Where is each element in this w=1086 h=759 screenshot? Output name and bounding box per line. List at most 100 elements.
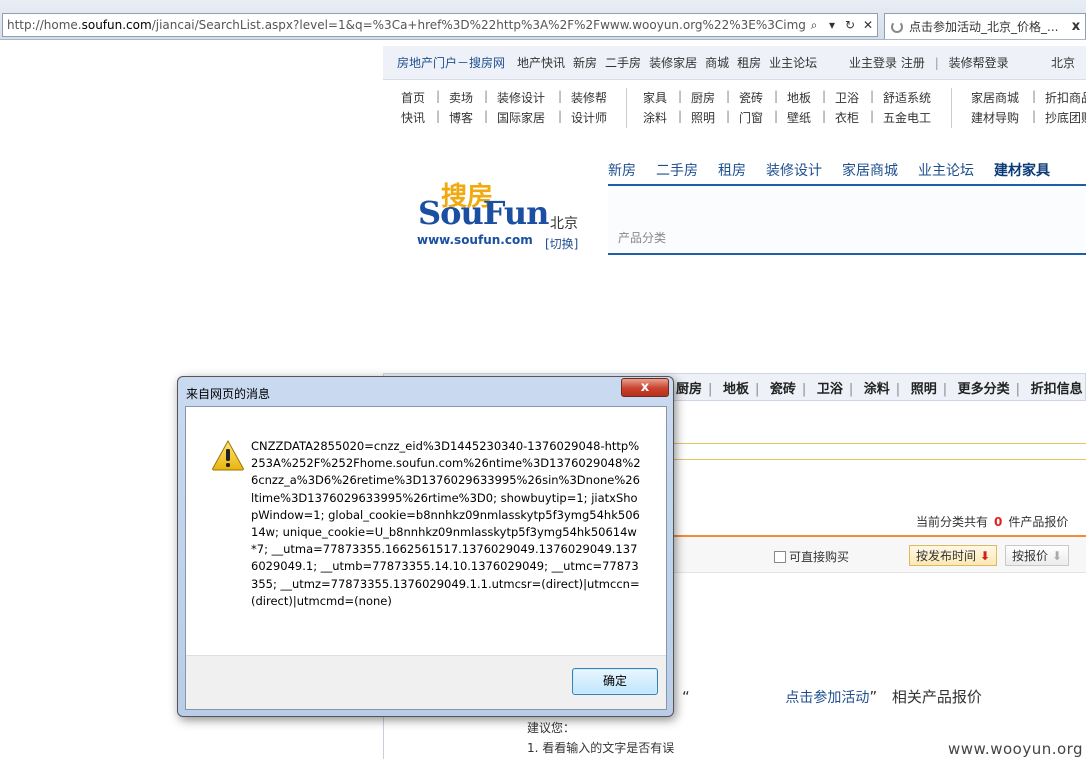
nav-link[interactable]: 抄底团购	[1045, 109, 1086, 129]
nav-link[interactable]: 壁纸	[787, 109, 813, 129]
nav-link[interactable]: 装修帮	[571, 89, 611, 109]
alert-dialog: 来自网页的消息 x CNZZDATA2855020=cnzz_eid%3D144…	[177, 376, 674, 717]
category-separator: |	[942, 381, 948, 397]
nav-group-materials: 家具 | 厨房 | 瓷砖 | 地板 | 卫浴 | 舒适系统 涂料 | 照明 | 门窗 | 壁纸 |…	[643, 89, 935, 129]
site-brand-link[interactable]: 房地产门户－搜房网	[397, 54, 505, 71]
category-separator: |	[801, 381, 807, 397]
topbar-account: 业主登录 注册 | 装修帮登录	[849, 54, 1009, 71]
nav-link[interactable]: 五金电工	[883, 109, 935, 129]
dialog-close-button[interactable]: x	[621, 378, 669, 397]
topbar-link-secondhand[interactable]: 二手房	[605, 54, 641, 71]
activity-link[interactable]: 点击参加活动	[785, 690, 869, 706]
main-nav-forum[interactable]: 业主论坛	[918, 158, 974, 184]
nav-divider: |	[435, 109, 441, 123]
nav-link[interactable]: 门窗	[739, 109, 765, 129]
address-bar[interactable]: http://home.soufun.com/jiancai/SearchLis…	[2, 13, 878, 37]
nav-link[interactable]: 地板	[787, 89, 813, 109]
arrow-down-icon: ⬇	[980, 548, 991, 563]
sort-time-label: 按发布时间	[916, 549, 977, 563]
direct-buy-checkbox[interactable]	[774, 550, 786, 563]
category-tile[interactable]: 瓷砖	[770, 382, 796, 397]
category-separator: |	[708, 381, 713, 397]
main-nav-building-materials[interactable]: 建材家具	[994, 158, 1050, 184]
refresh-icon[interactable]: ↻	[841, 18, 859, 32]
category-more[interactable]: 更多分类	[958, 382, 1010, 397]
nav-column-divider	[626, 88, 627, 128]
nav-column-divider	[951, 88, 952, 128]
nav-link[interactable]: 首页	[401, 89, 427, 109]
main-nav-secondhand[interactable]: 二手房	[656, 158, 698, 184]
category-separator: |	[1015, 381, 1021, 397]
nav-link[interactable]: 建材导购	[971, 109, 1023, 129]
search-icon[interactable]: ⌕	[805, 18, 823, 33]
category-floor[interactable]: 地板	[723, 382, 749, 397]
main-nav-rent[interactable]: 租房	[718, 158, 746, 184]
current-city: 北京	[550, 216, 578, 232]
nav-link[interactable]: 家具	[643, 89, 669, 109]
nav-link[interactable]: 卖场	[449, 89, 475, 109]
nav-divider: |	[773, 89, 779, 103]
nav-link[interactable]: 博客	[449, 109, 475, 129]
nav-link[interactable]: 涂料	[643, 109, 669, 129]
topbar-link-news[interactable]: 地产快讯	[517, 54, 565, 71]
category-separator: |	[895, 381, 901, 397]
nav-link[interactable]: 国际家居	[497, 109, 549, 129]
topbar-link-forum[interactable]: 业主论坛	[769, 54, 817, 71]
topbar-link-decor[interactable]: 装修家居	[649, 54, 697, 71]
direct-buy-filter[interactable]: 可直接购买	[774, 548, 849, 565]
nav-link[interactable]: 舒适系统	[883, 89, 935, 109]
nav-link[interactable]: 家居商城	[971, 89, 1023, 109]
category-label: 产品分类	[618, 231, 667, 245]
nav-link[interactable]: 装修设计	[497, 89, 549, 109]
nav-link[interactable]: 照明	[691, 109, 717, 129]
category-paint[interactable]: 涂料	[864, 382, 890, 397]
result-count: 当前分类共有 0 件产品报价	[916, 513, 1068, 530]
site-top-bar: 房地产门户－搜房网 地产快讯 新房 二手房 装修家居 商城 租房 业主论坛 业主…	[383, 46, 1086, 80]
nav-divider: |	[1031, 89, 1037, 103]
nav-link[interactable]: 厨房	[691, 89, 717, 109]
category-lighting[interactable]: 照明	[911, 382, 937, 397]
direct-buy-label: 可直接购买	[789, 550, 850, 564]
nav-link[interactable]: 快讯	[401, 109, 427, 129]
topbar-link-newhouse[interactable]: 新房	[573, 54, 597, 71]
nav-divider: |	[483, 109, 489, 123]
ok-button[interactable]: 确定	[572, 668, 658, 695]
dropdown-chevron-icon[interactable]: ▾	[823, 18, 841, 32]
suggest-tip: 1. 看看输入的文字是否有误	[527, 741, 675, 755]
main-nav-newhouse[interactable]: 新房	[608, 158, 636, 184]
dialog-body: CNZZDATA2855020=cnzz_eid%3D1445230340-13…	[185, 406, 667, 710]
nav-link[interactable]: 折扣商品	[1045, 89, 1086, 109]
nav-divider: |	[677, 109, 683, 123]
address-url[interactable]: http://home.soufun.com/jiancai/SearchLis…	[3, 18, 805, 32]
nav-link[interactable]: 设计师	[571, 109, 611, 129]
nav-group-main: 首页 | 卖场 | 装修设计 | 装修帮 快讯 | 博客 | 国际家居 | 设计师	[401, 89, 611, 129]
category-kitchen[interactable]: 厨房	[676, 382, 702, 397]
quote-open: “	[682, 688, 690, 706]
topbar-city[interactable]: 北京	[1051, 54, 1075, 71]
sort-by-time-button[interactable]: 按发布时间 ⬇	[909, 545, 998, 566]
quote-suffix: 相关产品报价	[891, 688, 982, 706]
nav-link[interactable]: 瓷砖	[739, 89, 765, 109]
sort-by-price-button[interactable]: 按报价 ⬇	[1005, 545, 1070, 566]
dialog-message: CNZZDATA2855020=cnzz_eid%3D1445230340-13…	[251, 439, 641, 608]
main-nav-decor-design[interactable]: 装修设计	[766, 158, 822, 184]
tab-close-icon[interactable]: x	[1067, 19, 1085, 34]
nav-link[interactable]: 衣柜	[835, 109, 861, 129]
switch-city-link[interactable]: [切换]	[545, 235, 578, 252]
owner-login-link[interactable]: 业主登录	[849, 56, 897, 70]
nav-link[interactable]: 卫浴	[835, 89, 861, 109]
nav-divider: |	[677, 89, 683, 103]
soufun-logo[interactable]: 搜房 SouFun www.soufun.com	[416, 180, 549, 250]
nav-divider: |	[1031, 109, 1037, 123]
browser-tab[interactable]: 点击参加活动_北京_价格_... x	[884, 13, 1086, 39]
main-nav-home-mall[interactable]: 家居商城	[842, 158, 898, 184]
category-discount[interactable]: 折扣信息	[1031, 382, 1083, 397]
category-bath[interactable]: 卫浴	[817, 382, 843, 397]
nav-divider: |	[821, 109, 827, 123]
helper-login-link[interactable]: 装修帮登录	[949, 56, 1009, 70]
nav-divider: |	[483, 89, 489, 103]
topbar-link-mall[interactable]: 商城	[705, 54, 729, 71]
register-link[interactable]: 注册	[901, 56, 925, 70]
stop-icon[interactable]: ✕	[859, 18, 877, 32]
topbar-link-rent[interactable]: 租房	[737, 54, 761, 71]
